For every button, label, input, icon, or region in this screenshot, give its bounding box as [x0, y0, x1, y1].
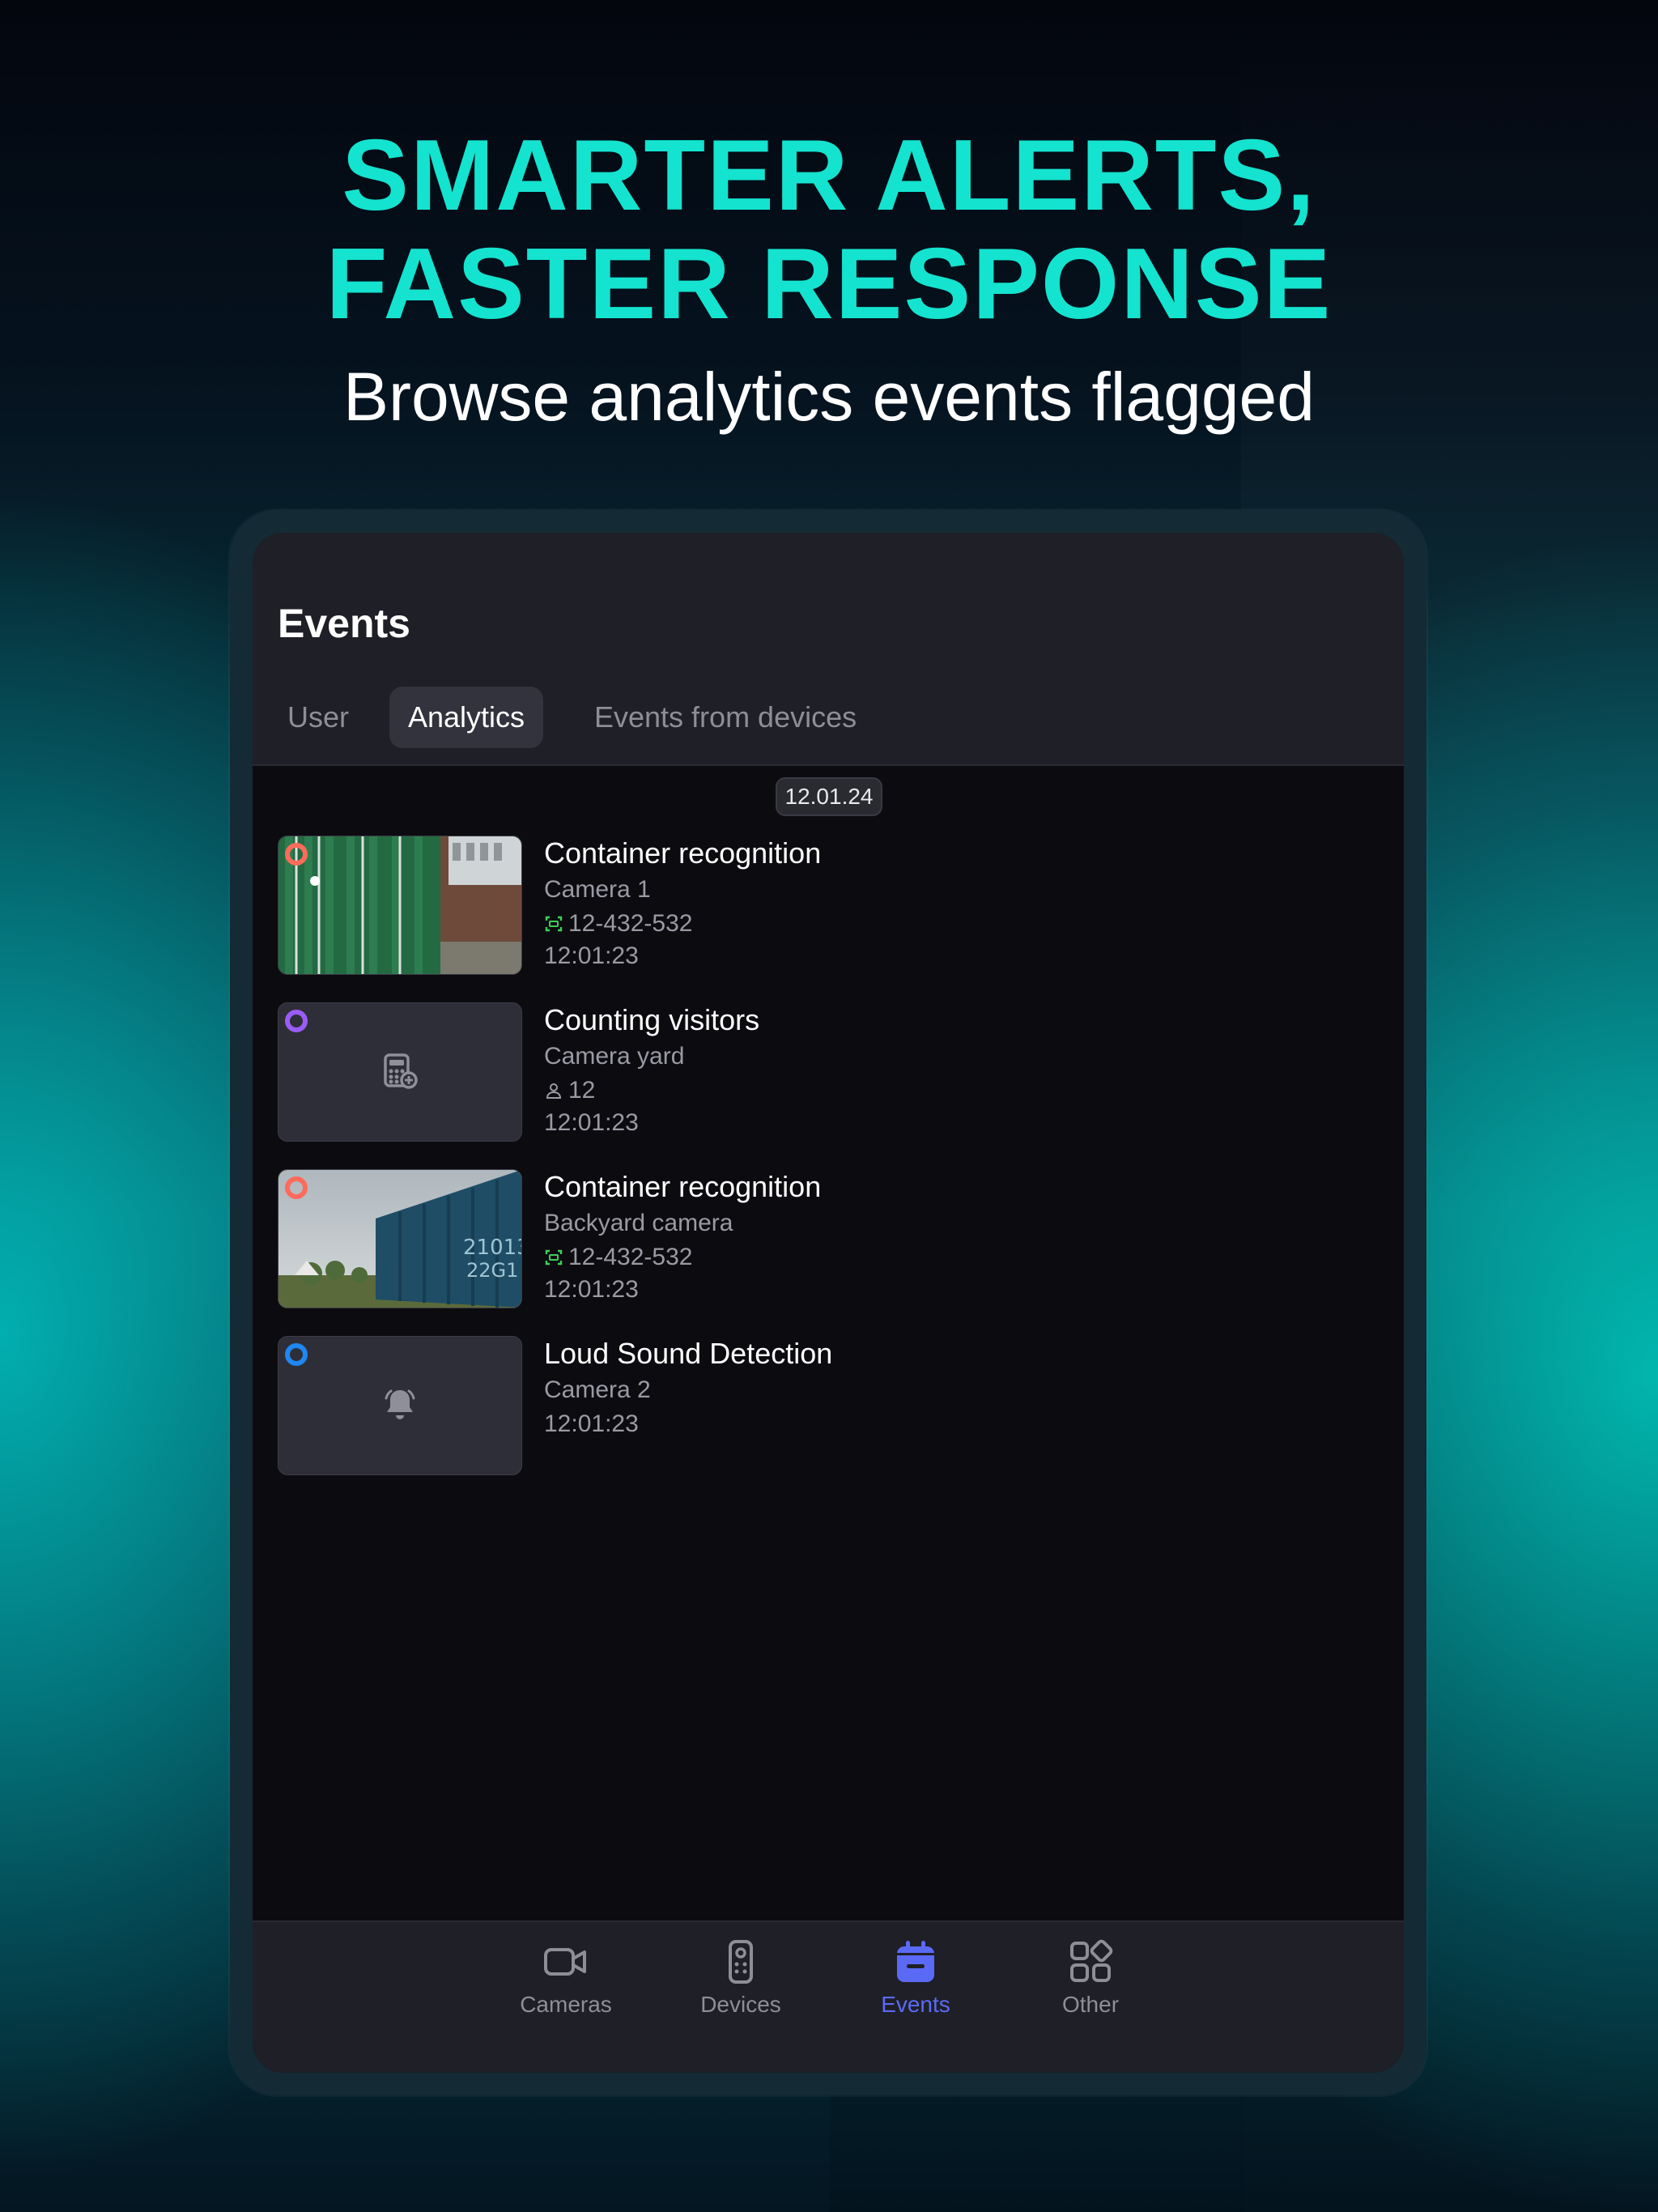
tab-user[interactable]: User	[269, 687, 368, 748]
event-thumbnail	[278, 1002, 522, 1142]
event-time: 12:01:23	[544, 1276, 639, 1303]
header: Events User Analytics Events from device…	[253, 533, 1404, 766]
remote-icon	[729, 1940, 753, 1984]
event-item[interactable]: Loud Sound Detection Camera 2 12:01:23	[278, 1336, 1379, 1475]
event-detail-value: 12-432-532	[568, 910, 693, 937]
nav-events[interactable]: Events	[843, 1938, 988, 2018]
event-time: 12:01:23	[544, 942, 639, 969]
tab-analytics[interactable]: Analytics	[389, 687, 544, 748]
camera-icon	[544, 1948, 586, 1976]
nav-devices[interactable]: Devices	[668, 1938, 814, 2018]
event-title: Loud Sound Detection	[544, 1337, 833, 1370]
svg-text:210135: 210135	[463, 1236, 521, 1260]
headline-line-2: FASTER RESPONSE	[325, 228, 1333, 340]
event-time: 12:01:23	[544, 1410, 639, 1437]
nav-cameras[interactable]: Cameras	[493, 1938, 639, 2018]
app-screen: Events User Analytics Events from device…	[253, 533, 1404, 2073]
blue-container-photo: 210135 22G1	[278, 1170, 521, 1308]
tab-events-from-devices[interactable]: Events from devices	[576, 687, 875, 748]
event-detail-value: 12-432-532	[568, 1244, 693, 1270]
nav-label: Other	[1061, 1992, 1120, 2017]
bell-icon	[385, 1389, 415, 1419]
status-dot	[285, 1343, 308, 1366]
event-detail: 12-432-532	[544, 1242, 692, 1273]
event-detail: 12	[544, 1075, 595, 1106]
status-dot	[285, 843, 308, 866]
event-title: Container recognition	[544, 836, 822, 870]
event-item[interactable]: Counting visitors Camera yard 12 12:01:2…	[278, 1002, 1379, 1142]
plate-scan-icon	[545, 1249, 563, 1266]
event-item[interactable]: Container recognition Camera 1 12-432-53…	[278, 836, 1379, 975]
nav-label: Devices	[700, 1992, 781, 2017]
event-thumbnail	[278, 1336, 522, 1475]
event-title: Counting visitors	[544, 1003, 760, 1036]
event-detail: 12-432-532	[544, 908, 692, 939]
svg-text:22G1: 22G1	[466, 1259, 518, 1282]
event-time: 12:01:23	[544, 1109, 639, 1136]
event-camera: Backyard camera	[544, 1210, 733, 1236]
nav-label: Events	[881, 1992, 950, 2017]
date-separator: 12.01.24	[776, 777, 882, 816]
page-title: Events	[278, 601, 410, 646]
nav-other[interactable]: Other	[1018, 1938, 1163, 2018]
headline-line-1: SMARTER ALERTS,	[342, 120, 1316, 232]
event-camera: Camera yard	[544, 1043, 685, 1070]
event-camera: Camera 1	[544, 876, 651, 903]
person-icon	[546, 1083, 562, 1099]
nav-label: Cameras	[520, 1992, 612, 2017]
event-detail-value: 12	[568, 1077, 596, 1104]
event-thumbnail: 210135 22G1	[278, 1169, 522, 1308]
headline: SMARTER ALERTS, FASTER RESPONSE	[0, 121, 1658, 338]
event-title: Container recognition	[544, 1170, 822, 1203]
calendar-icon	[897, 1941, 934, 1982]
bottom-nav: Cameras Devices Events Other	[253, 1921, 1404, 2073]
subtitle: Browse analytics events flagged	[343, 359, 1315, 435]
grid-icon	[1070, 1939, 1113, 1982]
green-containers-photo	[278, 836, 521, 974]
event-camera: Camera 2	[544, 1376, 651, 1403]
status-dot	[285, 1010, 308, 1032]
status-dot	[285, 1176, 308, 1199]
plate-scan-icon	[545, 916, 563, 932]
calculator-icon	[384, 1053, 418, 1089]
event-item[interactable]: 210135 22G1 Container recognition Backya…	[278, 1169, 1379, 1308]
event-thumbnail	[278, 836, 522, 975]
